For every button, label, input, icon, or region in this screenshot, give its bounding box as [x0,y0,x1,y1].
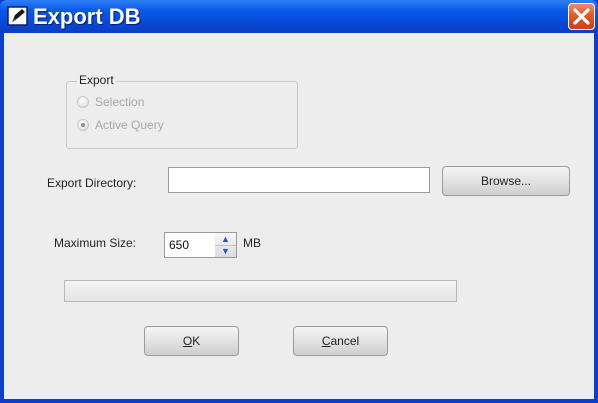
edit-document-icon [7,6,28,26]
export-directory-input[interactable] [168,167,430,193]
radio-active-query-label: Active Query [95,118,164,132]
close-icon [573,8,590,25]
browse-button[interactable]: Browse... [442,166,570,196]
browse-button-label: Browse... [480,174,531,188]
export-group-legend: Export [77,73,116,87]
export-directory-label: Export Directory: [47,176,137,190]
cancel-button[interactable]: Cancel [293,326,388,356]
maximum-size-unit: MB [243,236,261,250]
title-bar[interactable]: Export DB [0,0,598,33]
maximum-size-label: Maximum Size: [54,236,137,250]
dialog-body: Export Selection Active Query Export Dir… [4,33,594,399]
cancel-button-label: Cancel [321,334,360,348]
radio-active-query-indicator[interactable] [77,119,89,131]
radio-selection-indicator[interactable] [77,96,89,108]
window-title: Export DB [33,4,141,29]
export-progress-bar [64,280,457,302]
maximum-size-input[interactable] [164,232,216,258]
ok-button-label: OK [182,334,201,348]
arrow-down-icon[interactable]: ▼ [215,245,236,257]
export-groupbox: Export Selection Active Query [66,73,298,149]
export-db-window: Export DB Export Selection Active Query … [0,0,598,403]
radio-selection-label: Selection [95,95,145,109]
close-button[interactable] [568,3,595,30]
ok-button[interactable]: OK [144,326,239,356]
maximum-size-spinner[interactable]: ▲ ▼ [215,232,237,258]
